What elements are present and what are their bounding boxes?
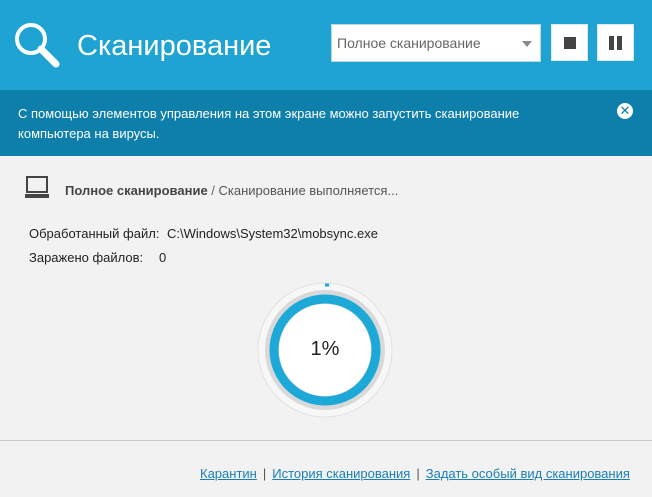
- pause-icon-bar: [617, 36, 622, 50]
- stop-button[interactable]: [551, 24, 588, 61]
- scan-type-value: Полное сканирование: [337, 35, 481, 51]
- pause-button[interactable]: [597, 24, 634, 61]
- close-button[interactable]: ✕: [617, 103, 633, 119]
- footer-divider: [0, 440, 652, 441]
- info-banner: С помощью элементов управления на этом э…: [0, 90, 652, 156]
- status-separator: /: [207, 183, 219, 198]
- computer-icon: [25, 176, 49, 198]
- infected-files-label: Заражено файлов:: [29, 250, 144, 265]
- scan-status: Сканирование выполняется...: [218, 183, 399, 198]
- scan-name: Полное сканирование: [65, 183, 208, 198]
- header-bar: Сканирование Полное сканирование: [0, 0, 652, 90]
- processed-file-value: C:\Windows\System32\mobsync.exe: [167, 226, 378, 241]
- quarantine-link[interactable]: Карантин: [200, 466, 257, 481]
- info-text: С помощью элементов управления на этом э…: [18, 106, 520, 141]
- progress-percent: 1%: [310, 338, 340, 360]
- footer-separator: |: [416, 466, 420, 481]
- scan-status-line: Полное сканирование / Сканирование выпол…: [65, 183, 398, 198]
- stop-icon: [564, 37, 576, 49]
- infected-files-value: 0: [159, 250, 167, 265]
- close-icon: ✕: [619, 103, 631, 118]
- footer-separator: |: [262, 466, 267, 481]
- scan-history-link[interactable]: История сканирования: [272, 466, 410, 481]
- pause-icon: [609, 36, 614, 50]
- footer-links: Карантин | История сканирования | Задать осо…: [200, 466, 630, 481]
- page-title: Сканирование: [77, 30, 272, 62]
- search-icon: [15, 23, 60, 68]
- scan-type-select[interactable]: Полное сканирование: [331, 24, 541, 62]
- chevron-down-icon: [522, 41, 532, 47]
- custom-scan-link[interactable]: Задать особый вид сканирования: [426, 466, 630, 481]
- processed-file-label: Обработанный файл:: [29, 226, 160, 241]
